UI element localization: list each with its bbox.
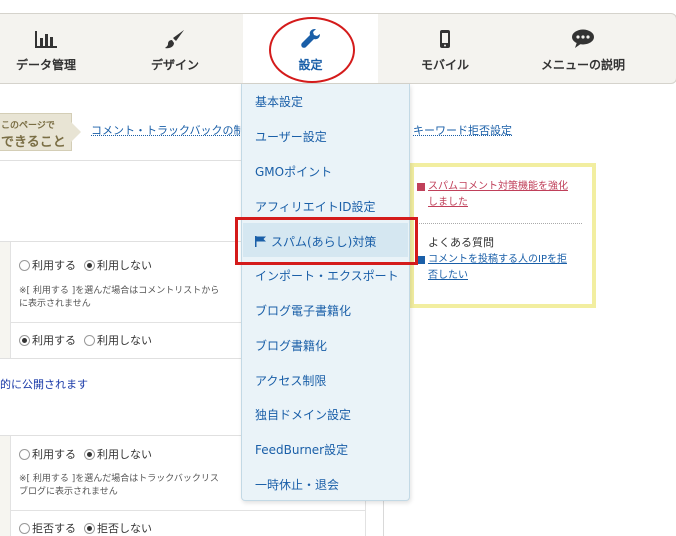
nav-label-data-management: データ管理 [15, 58, 76, 72]
page-badge-line1: このページで [1, 121, 55, 131]
info-divider [417, 223, 582, 224]
nav-label-design: デザイン [150, 58, 199, 72]
radio-tb-not-use-label: 利用しない [97, 448, 152, 461]
comment-note-line2: に表示されません [19, 299, 91, 309]
news-link-line1[interactable]: スパムコメント対策機能を強化 [428, 179, 568, 195]
menu-item-access[interactable]: アクセス制限 [255, 372, 326, 389]
menu-item-domain[interactable]: 独自ドメイン設定 [255, 406, 351, 423]
comment-second-radio-group: 利用する 利用しない [19, 332, 160, 348]
menu-item-import-export[interactable]: インポート・エクスポート [255, 267, 399, 284]
news-link-line2[interactable]: しました [428, 195, 468, 211]
annotation-box [235, 217, 418, 265]
paintbrush-icon [119, 28, 231, 50]
public-notice-text: 的に公開されます [0, 378, 88, 391]
trackback-radio-group: 利用する 利用しない [19, 446, 160, 462]
radio-not-use-2[interactable] [84, 334, 95, 346]
annotation-circle [269, 17, 355, 83]
nav-item-design[interactable]: デザイン [119, 14, 231, 83]
nav-label-menu-help: メニューの説明 [540, 58, 625, 72]
radio-not-use[interactable] [84, 259, 95, 271]
menu-item-basic[interactable]: 基本設定 [255, 93, 303, 110]
radio-not-reject-label: 拒否しない [97, 522, 152, 535]
radio-tb-use[interactable] [19, 448, 30, 460]
row-divider [10, 510, 366, 511]
faq-link-line1[interactable]: コメントを投稿する人のIPを拒 [428, 252, 567, 268]
menu-item-book[interactable]: ブログ書籍化 [255, 337, 327, 354]
panel-gutter [0, 242, 10, 358]
page: データ管理 デザイン 設定 モバイル メニューの説明 このページで できること … [0, 0, 676, 536]
settings-dropdown-menu: 基本設定 ユーザー設定 GMOポイント アフィリエイトID設定 スパム(あらし)… [241, 84, 410, 501]
page-badge-line2: できること [1, 135, 66, 150]
page-badge: このページで できること [0, 113, 81, 151]
radio-tb-not-use[interactable] [84, 448, 95, 460]
trackback-note-line1: ※[ 利用する ]を選んだ場合はトラックバックリス [19, 474, 219, 484]
comment-note-line1: ※[ 利用する ]を選んだ場合はコメントリストから [19, 286, 220, 296]
radio-not-use-label: 利用しない [97, 259, 152, 272]
info-box: スパムコメント対策機能を強化 しました よくある質問 コメントを投稿する人のIP… [410, 163, 596, 308]
badge-arrow-icon [71, 122, 81, 142]
nav-item-data-management[interactable]: データ管理 [0, 14, 101, 83]
faq-heading: よくある質問 [428, 236, 494, 249]
menu-item-feedburner[interactable]: FeedBurner設定 [255, 441, 348, 458]
news-bullet-icon [417, 183, 425, 197]
radio-use-2-label: 利用する [32, 334, 76, 347]
panel-gutter [0, 436, 10, 536]
radio-use-label: 利用する [32, 259, 76, 272]
menu-item-user[interactable]: ユーザー設定 [255, 128, 327, 145]
menu-item-affiliate[interactable]: アフィリエイトID設定 [255, 198, 376, 215]
keyword-block-link[interactable]: キーワード拒否設定 [413, 122, 512, 138]
radio-not-use-2-label: 利用しない [97, 334, 152, 347]
bar-chart-icon [0, 28, 101, 50]
comment-trackback-link[interactable]: コメント・トラックバックの制 [91, 122, 244, 138]
reject-radio-group: 拒否する 拒否しない [19, 520, 160, 536]
radio-use-2[interactable] [19, 334, 30, 346]
faq-link-line2[interactable]: 否したい [428, 268, 468, 284]
mobile-phone-icon [391, 28, 499, 50]
menu-item-pause-withdraw[interactable]: 一時休止・退会 [255, 476, 339, 493]
trackback-note-line2: ブログに表示されません [19, 487, 118, 497]
menu-item-ebook[interactable]: ブログ電子書籍化 [255, 302, 351, 319]
speech-bubble-icon [523, 28, 643, 50]
radio-use[interactable] [19, 259, 30, 271]
faq-bullet-icon [417, 256, 425, 270]
radio-not-reject[interactable] [84, 522, 95, 534]
nav-item-mobile[interactable]: モバイル [391, 14, 499, 83]
radio-reject[interactable] [19, 522, 30, 534]
nav-label-mobile: モバイル [420, 58, 469, 72]
comment-filter-radio-group: 利用する 利用しない [19, 257, 160, 273]
menu-item-gmo-point[interactable]: GMOポイント [255, 163, 332, 180]
radio-reject-label: 拒否する [32, 522, 76, 535]
nav-item-menu-help[interactable]: メニューの説明 [523, 14, 643, 83]
radio-tb-use-label: 利用する [32, 448, 76, 461]
